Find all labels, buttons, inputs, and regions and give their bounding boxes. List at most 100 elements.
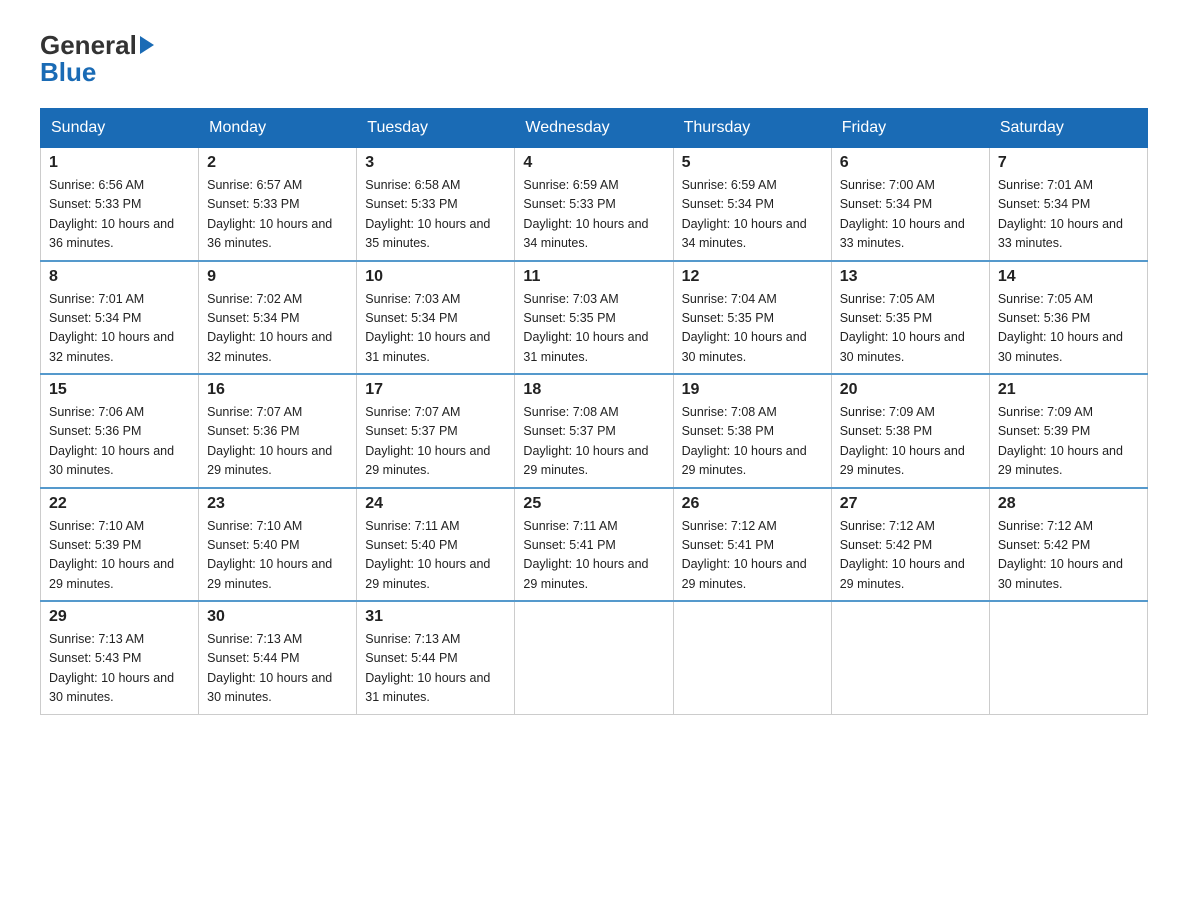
- day-number: 28: [998, 495, 1139, 513]
- calendar-cell: 23 Sunrise: 7:10 AMSunset: 5:40 PMDayligh…: [199, 488, 357, 602]
- day-number: 2: [207, 154, 348, 172]
- day-number: 9: [207, 268, 348, 286]
- day-number: 24: [365, 495, 506, 513]
- day-number: 10: [365, 268, 506, 286]
- day-number: 30: [207, 608, 348, 626]
- day-info: Sunrise: 7:06 AMSunset: 5:36 PMDaylight:…: [49, 403, 190, 481]
- column-header-tuesday: Tuesday: [357, 109, 515, 148]
- day-info: Sunrise: 7:10 AMSunset: 5:39 PMDaylight:…: [49, 517, 190, 595]
- day-info: Sunrise: 7:07 AMSunset: 5:36 PMDaylight:…: [207, 403, 348, 481]
- calendar-cell: 19 Sunrise: 7:08 AMSunset: 5:38 PMDayligh…: [673, 374, 831, 488]
- calendar-cell: 31 Sunrise: 7:13 AMSunset: 5:44 PMDayligh…: [357, 601, 515, 714]
- calendar-cell: 30 Sunrise: 7:13 AMSunset: 5:44 PMDayligh…: [199, 601, 357, 714]
- day-number: 22: [49, 495, 190, 513]
- day-info: Sunrise: 6:56 AMSunset: 5:33 PMDaylight:…: [49, 176, 190, 254]
- calendar-week-row: 15 Sunrise: 7:06 AMSunset: 5:36 PMDayligh…: [41, 374, 1148, 488]
- day-info: Sunrise: 7:11 AMSunset: 5:40 PMDaylight:…: [365, 517, 506, 595]
- column-header-sunday: Sunday: [41, 109, 199, 148]
- day-number: 11: [523, 268, 664, 286]
- day-info: Sunrise: 7:11 AMSunset: 5:41 PMDaylight:…: [523, 517, 664, 595]
- day-number: 8: [49, 268, 190, 286]
- day-number: 27: [840, 495, 981, 513]
- day-info: Sunrise: 7:01 AMSunset: 5:34 PMDaylight:…: [998, 176, 1139, 254]
- day-number: 17: [365, 381, 506, 399]
- day-number: 31: [365, 608, 506, 626]
- calendar-header-row: SundayMondayTuesdayWednesdayThursdayFrid…: [41, 109, 1148, 148]
- calendar-cell: 7 Sunrise: 7:01 AMSunset: 5:34 PMDaylight…: [989, 148, 1147, 261]
- day-info: Sunrise: 7:09 AMSunset: 5:38 PMDaylight:…: [840, 403, 981, 481]
- calendar-cell: 6Sunrise: 7:00 AMSunset: 5:34 PMDaylight…: [831, 148, 989, 261]
- day-number: 13: [840, 268, 981, 286]
- calendar-cell: 10 Sunrise: 7:03 AMSunset: 5:34 PMDayligh…: [357, 261, 515, 375]
- day-number: 5: [682, 154, 823, 172]
- calendar-cell: 16 Sunrise: 7:07 AMSunset: 5:36 PMDayligh…: [199, 374, 357, 488]
- calendar-cell: [515, 601, 673, 714]
- day-info: Sunrise: 7:08 AMSunset: 5:38 PMDaylight:…: [682, 403, 823, 481]
- day-info: Sunrise: 7:13 AMSunset: 5:44 PMDaylight:…: [207, 630, 348, 708]
- day-info: Sunrise: 6:57 AMSunset: 5:33 PMDaylight:…: [207, 176, 348, 254]
- column-header-wednesday: Wednesday: [515, 109, 673, 148]
- logo: General Blue: [40, 30, 157, 88]
- column-header-monday: Monday: [199, 109, 357, 148]
- day-info: Sunrise: 7:13 AMSunset: 5:43 PMDaylight:…: [49, 630, 190, 708]
- calendar-cell: 4 Sunrise: 6:59 AMSunset: 5:33 PMDaylight…: [515, 148, 673, 261]
- day-number: 14: [998, 268, 1139, 286]
- day-info: Sunrise: 7:09 AMSunset: 5:39 PMDaylight:…: [998, 403, 1139, 481]
- day-number: 23: [207, 495, 348, 513]
- day-number: 7: [998, 154, 1139, 172]
- calendar-cell: 14 Sunrise: 7:05 AMSunset: 5:36 PMDayligh…: [989, 261, 1147, 375]
- day-info: Sunrise: 7:05 AMSunset: 5:36 PMDaylight:…: [998, 290, 1139, 368]
- day-info: Sunrise: 7:08 AMSunset: 5:37 PMDaylight:…: [523, 403, 664, 481]
- day-number: 21: [998, 381, 1139, 399]
- calendar-cell: 15 Sunrise: 7:06 AMSunset: 5:36 PMDayligh…: [41, 374, 199, 488]
- day-info: Sunrise: 7:10 AMSunset: 5:40 PMDaylight:…: [207, 517, 348, 595]
- day-info: Sunrise: 7:05 AMSunset: 5:35 PMDaylight:…: [840, 290, 981, 368]
- calendar-cell: [989, 601, 1147, 714]
- day-info: Sunrise: 7:12 AMSunset: 5:42 PMDaylight:…: [998, 517, 1139, 595]
- day-info: Sunrise: 7:04 AMSunset: 5:35 PMDaylight:…: [682, 290, 823, 368]
- day-info: Sunrise: 7:03 AMSunset: 5:35 PMDaylight:…: [523, 290, 664, 368]
- calendar-cell: 25 Sunrise: 7:11 AMSunset: 5:41 PMDayligh…: [515, 488, 673, 602]
- day-number: 20: [840, 381, 981, 399]
- day-number: 15: [49, 381, 190, 399]
- calendar-cell: 28 Sunrise: 7:12 AMSunset: 5:42 PMDayligh…: [989, 488, 1147, 602]
- calendar-table: SundayMondayTuesdayWednesdayThursdayFrid…: [40, 108, 1148, 715]
- day-number: 3: [365, 154, 506, 172]
- calendar-cell: 17 Sunrise: 7:07 AMSunset: 5:37 PMDayligh…: [357, 374, 515, 488]
- day-info: Sunrise: 7:00 AMSunset: 5:34 PMDaylight:…: [840, 176, 981, 254]
- day-info: Sunrise: 6:59 AMSunset: 5:33 PMDaylight:…: [523, 176, 664, 254]
- day-number: 1: [49, 154, 190, 172]
- day-number: 16: [207, 381, 348, 399]
- column-header-friday: Friday: [831, 109, 989, 148]
- calendar-cell: 11 Sunrise: 7:03 AMSunset: 5:35 PMDayligh…: [515, 261, 673, 375]
- calendar-cell: 3 Sunrise: 6:58 AMSunset: 5:33 PMDaylight…: [357, 148, 515, 261]
- calendar-cell: 12 Sunrise: 7:04 AMSunset: 5:35 PMDayligh…: [673, 261, 831, 375]
- day-info: Sunrise: 6:58 AMSunset: 5:33 PMDaylight:…: [365, 176, 506, 254]
- logo-blue-text: Blue: [40, 57, 96, 87]
- calendar-cell: 5Sunrise: 6:59 AMSunset: 5:34 PMDaylight…: [673, 148, 831, 261]
- calendar-week-row: 22 Sunrise: 7:10 AMSunset: 5:39 PMDayligh…: [41, 488, 1148, 602]
- calendar-cell: 13 Sunrise: 7:05 AMSunset: 5:35 PMDayligh…: [831, 261, 989, 375]
- calendar-cell: 2 Sunrise: 6:57 AMSunset: 5:33 PMDaylight…: [199, 148, 357, 261]
- day-number: 12: [682, 268, 823, 286]
- day-info: Sunrise: 7:13 AMSunset: 5:44 PMDaylight:…: [365, 630, 506, 708]
- calendar-cell: 22 Sunrise: 7:10 AMSunset: 5:39 PMDayligh…: [41, 488, 199, 602]
- day-number: 18: [523, 381, 664, 399]
- day-number: 25: [523, 495, 664, 513]
- day-number: 4: [523, 154, 664, 172]
- calendar-cell: 8Sunrise: 7:01 AMSunset: 5:34 PMDaylight…: [41, 261, 199, 375]
- day-number: 19: [682, 381, 823, 399]
- day-info: Sunrise: 7:07 AMSunset: 5:37 PMDaylight:…: [365, 403, 506, 481]
- calendar-week-row: 1 Sunrise: 6:56 AMSunset: 5:33 PMDaylight…: [41, 148, 1148, 261]
- calendar-cell: 18 Sunrise: 7:08 AMSunset: 5:37 PMDayligh…: [515, 374, 673, 488]
- column-header-thursday: Thursday: [673, 109, 831, 148]
- day-info: Sunrise: 7:03 AMSunset: 5:34 PMDaylight:…: [365, 290, 506, 368]
- calendar-cell: 24 Sunrise: 7:11 AMSunset: 5:40 PMDayligh…: [357, 488, 515, 602]
- calendar-cell: 29Sunrise: 7:13 AMSunset: 5:43 PMDayligh…: [41, 601, 199, 714]
- calendar-cell: 9 Sunrise: 7:02 AMSunset: 5:34 PMDaylight…: [199, 261, 357, 375]
- calendar-week-row: 29Sunrise: 7:13 AMSunset: 5:43 PMDayligh…: [41, 601, 1148, 714]
- day-info: Sunrise: 7:12 AMSunset: 5:41 PMDaylight:…: [682, 517, 823, 595]
- page-header: General Blue: [40, 30, 1148, 88]
- day-number: 26: [682, 495, 823, 513]
- day-info: Sunrise: 7:02 AMSunset: 5:34 PMDaylight:…: [207, 290, 348, 368]
